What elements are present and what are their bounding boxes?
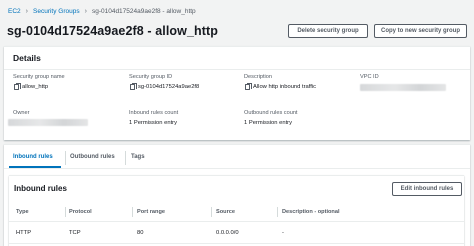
tab-separator: [65, 151, 66, 165]
tab-outbound-rules[interactable]: Outbound rules: [70, 154, 115, 160]
column-separator: [277, 207, 278, 217]
copy-to-new-security-group-button[interactable]: Copy to new security group: [374, 24, 467, 38]
details-title: Details: [13, 53, 41, 63]
table-header-divider: [9, 221, 464, 222]
row-divider: [9, 243, 464, 244]
column-separator: [65, 207, 66, 217]
breadcrumb-security-groups[interactable]: Security Groups: [33, 8, 80, 15]
security-group-name-value: allow_http: [22, 84, 49, 90]
breadcrumb-ec2[interactable]: EC2: [8, 8, 21, 15]
vpc-id-label: VPC ID: [360, 74, 379, 80]
tabs-divider: [4, 168, 470, 169]
security-group-id-value: sg-0104d17524a9ae2f8: [138, 84, 200, 90]
security-group-name-label: Security group name: [13, 74, 65, 80]
delete-security-group-button[interactable]: Delete security group: [288, 24, 368, 38]
details-divider: [4, 69, 470, 70]
tab-separator: [125, 151, 126, 165]
tab-tags[interactable]: Tags: [131, 154, 145, 160]
vpc-id-redacted: [360, 84, 446, 91]
page-header: sg-0104d17524a9ae2f8 - allow_http Delete…: [7, 22, 467, 44]
inbound-rules-count-value: 1 Permission entry: [129, 120, 178, 126]
column-separator: [132, 207, 133, 217]
page-title: sg-0104d17524a9ae2f8 - allow_http: [7, 24, 219, 38]
inbound-rules-count-label: Inbound rules count: [129, 110, 179, 116]
details-panel: Details Security group name allow_http S…: [4, 46, 470, 140]
column-header-type[interactable]: Type: [16, 209, 29, 215]
column-header-source[interactable]: Source: [216, 209, 235, 215]
column-separator: [211, 207, 212, 217]
tab-inbound-rules[interactable]: Inbound rules: [13, 154, 53, 160]
cell-description: -: [282, 230, 284, 236]
description-label: Description: [244, 74, 272, 80]
column-header-port-range[interactable]: Port range: [137, 209, 165, 215]
security-group-id-label: Security group ID: [129, 74, 173, 80]
copy-icon[interactable]: [14, 83, 22, 90]
cell-source: 0.0.0.0/0: [216, 230, 239, 236]
column-header-protocol[interactable]: Protocol: [69, 209, 92, 215]
cell-type: HTTP: [16, 230, 32, 236]
copy-icon[interactable]: [130, 83, 138, 90]
copy-icon[interactable]: [245, 83, 253, 90]
description-value: Allow http inbound traffic: [253, 84, 317, 90]
breadcrumb-separator: ›: [25, 7, 28, 15]
owner-label: Owner: [13, 110, 30, 116]
breadcrumb-current: sg-0104d17524a9ae2f8 - allow_http: [91, 7, 196, 15]
edit-inbound-rules-button[interactable]: Edit inbound rules: [392, 182, 462, 196]
tabs-panel: Inbound rules Outbound rules Tags Inboun…: [4, 144, 470, 246]
outbound-rules-count-label: Outbound rules count: [244, 110, 298, 116]
inbound-rules-title: Inbound rules: [14, 184, 67, 193]
inbound-rules-container: Inbound rules Edit inbound rules Type Pr…: [9, 175, 464, 246]
breadcrumb: EC2 › Security Groups › sg-0104d17524a9a…: [8, 5, 196, 17]
cell-port-range: 80: [137, 230, 144, 236]
column-header-description[interactable]: Description - optional: [282, 209, 340, 215]
breadcrumb-separator: ›: [84, 7, 87, 15]
outbound-rules-count-value: 1 Permission entry: [244, 120, 293, 126]
owner-redacted: [8, 119, 88, 126]
cell-protocol: TCP: [69, 230, 81, 236]
